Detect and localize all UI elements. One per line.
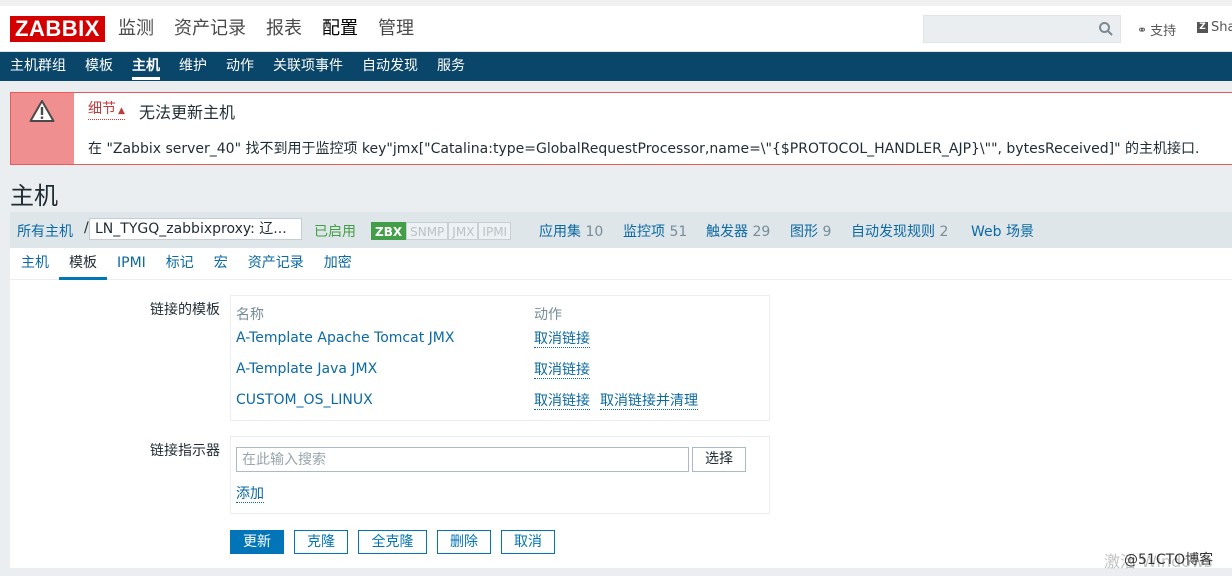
host-link-count: 9 (822, 224, 832, 240)
host-link-triggers[interactable]: 触发器 29 (706, 221, 770, 241)
breadcrumb-all-hosts[interactable]: 所有主机 (17, 221, 73, 241)
update-button[interactable]: 更新 (230, 530, 284, 554)
warning-icon (29, 100, 55, 122)
breadcrumb-host-name[interactable]: LN_TYGQ_zabbixproxy: 辽... (89, 218, 302, 240)
sub-menu-actions[interactable]: 动作 (226, 52, 254, 81)
tab-ipmi[interactable]: IPMI (107, 248, 156, 279)
template-search-input[interactable] (236, 447, 689, 472)
link-indicator-label: 链接指示器 (150, 443, 220, 459)
host-navigation-bar: 所有主机 / LN_TYGQ_zabbixproxy: 辽... 已启用 ZBX… (10, 212, 1232, 248)
availability-indicators: ZBX SNMP JMX IPMI (371, 222, 512, 240)
blog-watermark: @51CTO博客 (1124, 552, 1214, 568)
select-button[interactable]: 选择 (692, 447, 746, 472)
cancel-button[interactable]: 取消 (501, 530, 555, 554)
host-link-count: 10 (585, 224, 604, 240)
share-link[interactable]: Z Sha (1197, 20, 1232, 35)
host-link-count: 29 (752, 224, 771, 240)
form-tabs: 主机 模板 IPMI 标记 宏 资产记录 加密 (10, 248, 1232, 280)
tab-inventory[interactable]: 资产记录 (238, 248, 314, 279)
breadcrumb-separator: / (84, 220, 89, 236)
main-menu-reports[interactable]: 报表 (266, 16, 302, 42)
host-link-label: 监控项 (623, 224, 665, 240)
sub-menu-maintenance[interactable]: 维护 (179, 52, 207, 81)
page-title: 主机 (10, 182, 58, 210)
sub-menu-discovery[interactable]: 自动发现 (362, 52, 418, 81)
main-menu-configuration[interactable]: 配置 (322, 16, 358, 42)
delete-button[interactable]: 删除 (437, 530, 491, 554)
host-link-count: 2 (939, 224, 949, 240)
clone-button[interactable]: 克隆 (294, 530, 348, 554)
tab-encryption[interactable]: 加密 (314, 248, 362, 279)
linked-templates-label: 链接的模板 (150, 302, 220, 318)
share-icon: Z (1197, 22, 1208, 33)
caret-up-icon: ▲ (118, 106, 125, 116)
unlink-button[interactable]: 取消链接 (534, 331, 590, 348)
availability-snmp: SNMP (406, 222, 449, 240)
host-link-applications[interactable]: 应用集 10 (539, 221, 603, 241)
unlink-button[interactable]: 取消链接 (534, 393, 590, 410)
availability-zbx: ZBX (371, 222, 407, 240)
sub-menu: 主机群组 模板 主机 维护 动作 关联项事件 自动发现 服务 (0, 52, 1232, 81)
global-search-input[interactable] (923, 15, 1121, 43)
sub-menu-services[interactable]: 服务 (437, 52, 465, 81)
host-link-items[interactable]: 监控项 51 (623, 221, 687, 241)
error-text: 在 "Zabbix server_40" 找不到用于监控项 key"jmx["C… (88, 141, 1200, 157)
tab-macros[interactable]: 宏 (204, 248, 238, 279)
host-link-label: Web 场景 (971, 224, 1034, 240)
sub-menu-hosts[interactable]: 主机 (132, 52, 160, 81)
sub-menu-templates[interactable]: 模板 (85, 52, 113, 81)
tab-host[interactable]: 主机 (11, 248, 59, 279)
search-icon[interactable] (1098, 21, 1114, 37)
sub-menu-host-groups[interactable]: 主机群组 (10, 52, 66, 81)
host-status: 已启用 (314, 224, 356, 240)
sub-menu-event-correlation[interactable]: 关联项事件 (273, 52, 343, 81)
support-link[interactable]: ⚭ 支持 (1137, 20, 1177, 40)
support-label: 支持 (1150, 24, 1177, 39)
host-link-discovery-rules[interactable]: 自动发现规则 2 (851, 221, 948, 241)
main-menu-inventory[interactable]: 资产记录 (174, 16, 246, 42)
unlink-button[interactable]: 取消链接 (534, 362, 590, 379)
main-menu-administration[interactable]: 管理 (378, 16, 414, 42)
main-menu: 监测 资产记录 报表 配置 管理 (118, 16, 434, 42)
add-template-link[interactable]: 添加 (236, 486, 264, 503)
host-link-label: 图形 (790, 224, 818, 240)
host-link-label: 应用集 (539, 224, 581, 240)
host-link-graphs[interactable]: 图形 9 (790, 221, 831, 241)
availability-ipmi: IPMI (478, 222, 512, 240)
host-link-label: 触发器 (706, 224, 748, 240)
tab-templates[interactable]: 模板 (59, 248, 107, 280)
template-name-link[interactable]: A-Template Java JMX (236, 361, 377, 377)
column-header-name: 名称 (236, 307, 264, 323)
error-message: 细节 ▲ 无法更新主机 在 "Zabbix server_40" 找不到用于监控项… (10, 92, 1232, 165)
linked-templates-table: 名称 动作 A-Template Apache Tomcat JMX 取消链接 … (230, 295, 770, 421)
template-name-link[interactable]: A-Template Apache Tomcat JMX (236, 330, 454, 346)
host-link-label: 自动发现规则 (851, 224, 935, 240)
error-details-toggle[interactable]: 细节 ▲ (88, 101, 125, 120)
template-name-link[interactable]: CUSTOM_OS_LINUX (236, 392, 373, 408)
tab-tags[interactable]: 标记 (156, 248, 204, 279)
main-menu-monitoring[interactable]: 监测 (118, 16, 154, 42)
headset-icon: ⚭ (1137, 22, 1148, 37)
error-side-bar (11, 93, 74, 164)
share-label: Sha (1211, 20, 1232, 35)
top-header: ZABBIX 监测 资产记录 报表 配置 管理 ⚭ 支持 Z Sha (0, 0, 1232, 52)
host-link-web-scenarios[interactable]: Web 场景 (971, 221, 1034, 241)
column-header-action: 动作 (534, 307, 562, 323)
details-label: 细节 (88, 101, 116, 117)
availability-jmx: JMX (448, 222, 479, 240)
host-link-count: 51 (669, 224, 688, 240)
host-form: 主机 模板 IPMI 标记 宏 资产记录 加密 链接的模板 名称 动作 A-Te… (10, 248, 1232, 568)
unlink-and-clear-button[interactable]: 取消链接并清理 (600, 393, 698, 410)
zabbix-logo[interactable]: ZABBIX (10, 16, 105, 42)
full-clone-button[interactable]: 全克隆 (358, 530, 427, 554)
error-title: 无法更新主机 (139, 103, 236, 122)
